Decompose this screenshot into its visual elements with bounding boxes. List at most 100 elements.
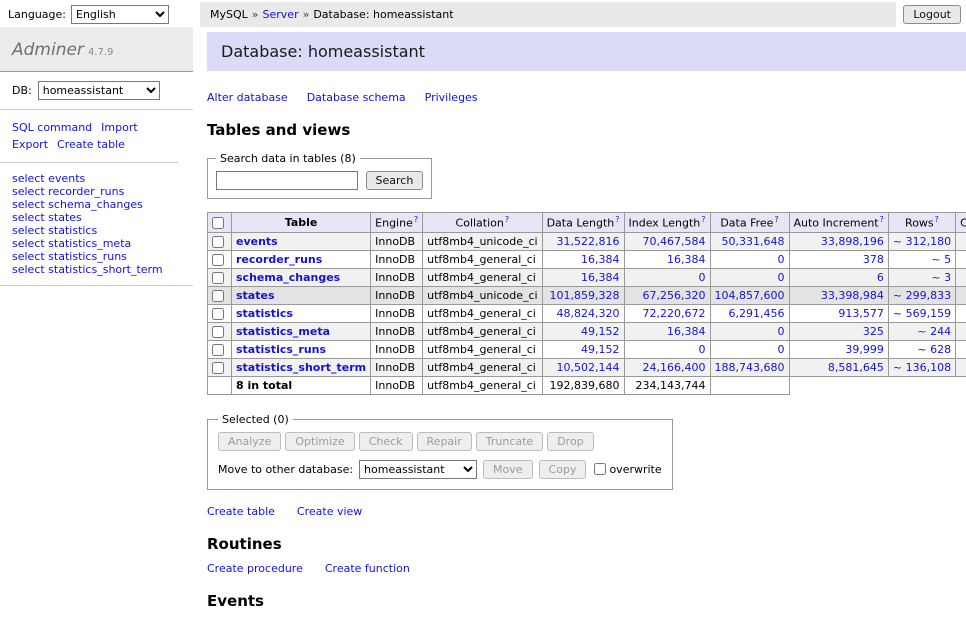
data-length-link[interactable]: 49,152 xyxy=(581,343,620,356)
index-length-link[interactable]: 0 xyxy=(699,343,706,356)
search-button[interactable]: Search xyxy=(366,171,424,190)
sidebar-select-schema-changes[interactable]: select schema_changes xyxy=(12,198,181,211)
index-length-link[interactable]: 70,467,584 xyxy=(643,235,706,248)
column-help-link[interactable]: ? xyxy=(615,215,619,224)
nav-link-database-schema[interactable]: Database schema xyxy=(307,91,406,104)
column-help-link[interactable]: ? xyxy=(935,215,939,224)
data-free-link[interactable]: 0 xyxy=(778,325,785,338)
logout-button[interactable]: Logout xyxy=(903,5,961,24)
check-button[interactable]: Check xyxy=(359,432,413,451)
data-free-link[interactable]: 50,331,648 xyxy=(722,235,785,248)
row-checkbox[interactable] xyxy=(212,362,224,374)
sidebar-link-import[interactable]: Import xyxy=(101,119,138,136)
column-help-link[interactable]: ? xyxy=(505,215,509,224)
rows-link[interactable]: ~ 136,108 xyxy=(893,361,951,374)
rows-link[interactable]: ~ 5 xyxy=(931,253,951,266)
rows-link[interactable]: ~ 628 xyxy=(917,343,951,356)
data-length-link[interactable]: 31,522,816 xyxy=(557,235,620,248)
column-help-link[interactable]: ? xyxy=(414,215,418,224)
column-help-link[interactable]: ? xyxy=(701,215,705,224)
sidebar-select-recorder-runs[interactable]: select recorder_runs xyxy=(12,185,181,198)
repair-button[interactable]: Repair xyxy=(417,432,472,451)
rows-link[interactable]: ~ 312,180 xyxy=(893,235,951,248)
sidebar-select-statistics-short-term[interactable]: select statistics_short_term xyxy=(12,263,181,276)
table-name-link[interactable]: states xyxy=(236,289,275,302)
move-button[interactable]: Move xyxy=(483,460,533,479)
column-help-link[interactable]: ? xyxy=(880,215,884,224)
auto-increment-link[interactable]: 39,999 xyxy=(845,343,884,356)
breadcrumb-link-server[interactable]: Server xyxy=(263,8,299,21)
table-name-link[interactable]: statistics xyxy=(236,307,293,320)
row-checkbox[interactable] xyxy=(212,290,224,302)
column-help-link[interactable]: ? xyxy=(774,215,778,224)
move-db-select[interactable]: homeassistant xyxy=(359,460,477,479)
auto-increment-link[interactable]: 8,581,645 xyxy=(828,361,884,374)
rows-link[interactable]: ~ 569,159 xyxy=(893,307,951,320)
row-checkbox[interactable] xyxy=(212,254,224,266)
auto-increment-link[interactable]: 6 xyxy=(877,271,884,284)
data-length-link[interactable]: 101,859,328 xyxy=(550,289,620,302)
data-free-link[interactable]: 104,857,600 xyxy=(715,289,785,302)
db-select[interactable]: homeassistant xyxy=(38,81,160,100)
table-name-link[interactable]: statistics_short_term xyxy=(236,361,366,374)
sidebar-select-statistics-meta[interactable]: select statistics_meta xyxy=(12,237,181,250)
table-name-link[interactable]: statistics_meta xyxy=(236,325,330,338)
nav-link-privileges[interactable]: Privileges xyxy=(425,91,478,104)
index-length-link[interactable]: 72,220,672 xyxy=(643,307,706,320)
data-length-link[interactable]: 49,152 xyxy=(581,325,620,338)
routines-link-create-procedure[interactable]: Create procedure xyxy=(207,562,303,575)
rows-link[interactable]: ~ 3 xyxy=(931,271,951,284)
overwrite-checkbox[interactable] xyxy=(594,463,606,475)
drop-button[interactable]: Drop xyxy=(547,432,593,451)
auto-increment-link[interactable]: 33,398,984 xyxy=(821,289,884,302)
sidebar-select-statistics-runs[interactable]: select statistics_runs xyxy=(12,250,181,263)
copy-button[interactable]: Copy xyxy=(539,460,587,479)
sidebar-select-events[interactable]: select events xyxy=(12,172,181,185)
index-length-link[interactable]: 67,256,320 xyxy=(643,289,706,302)
table-name-link[interactable]: statistics_runs xyxy=(236,343,326,356)
footer-link-create-view[interactable]: Create view xyxy=(297,505,362,518)
data-free-link[interactable]: 6,291,456 xyxy=(729,307,785,320)
data-length-link[interactable]: 48,824,320 xyxy=(557,307,620,320)
optimize-button[interactable]: Optimize xyxy=(285,432,354,451)
data-length-link[interactable]: 10,502,144 xyxy=(557,361,620,374)
data-free-link[interactable]: 188,743,680 xyxy=(715,361,785,374)
select-all-checkbox[interactable] xyxy=(212,217,224,229)
rows-link[interactable]: ~ 299,833 xyxy=(893,289,951,302)
footer-link-create-table[interactable]: Create table xyxy=(207,505,275,518)
row-checkbox[interactable] xyxy=(212,236,224,248)
index-length-link[interactable]: 16,384 xyxy=(667,253,706,266)
row-checkbox[interactable] xyxy=(212,326,224,338)
table-name-link[interactable]: recorder_runs xyxy=(236,253,322,266)
sidebar-link-export[interactable]: Export xyxy=(12,136,48,153)
routines-link-create-function[interactable]: Create function xyxy=(325,562,410,575)
index-length-link[interactable]: 0 xyxy=(699,271,706,284)
sidebar-link-sql-command[interactable]: SQL command xyxy=(12,119,92,136)
auto-increment-link[interactable]: 913,577 xyxy=(838,307,884,320)
auto-increment-link[interactable]: 33,898,196 xyxy=(821,235,884,248)
data-free-link[interactable]: 0 xyxy=(778,343,785,356)
auto-increment-link[interactable]: 378 xyxy=(863,253,884,266)
data-free-link[interactable]: 0 xyxy=(778,253,785,266)
truncate-button[interactable]: Truncate xyxy=(476,432,543,451)
data-length-link[interactable]: 16,384 xyxy=(581,253,620,266)
table-name-link[interactable]: events xyxy=(236,235,278,248)
table-name-link[interactable]: schema_changes xyxy=(236,271,340,284)
data-length-link[interactable]: 16,384 xyxy=(581,271,620,284)
sidebar-select-statistics[interactable]: select statistics xyxy=(12,224,181,237)
language-select[interactable]: English xyxy=(71,5,169,24)
rows-link[interactable]: ~ 244 xyxy=(917,325,951,338)
row-checkbox[interactable] xyxy=(212,272,224,284)
data-free-link[interactable]: 0 xyxy=(778,271,785,284)
search-input[interactable] xyxy=(216,171,358,190)
index-length-link[interactable]: 24,166,400 xyxy=(643,361,706,374)
overwrite-option[interactable]: overwrite xyxy=(594,463,661,476)
sidebar-link-create-table[interactable]: Create table xyxy=(57,136,125,153)
row-checkbox[interactable] xyxy=(212,308,224,320)
analyze-button[interactable]: Analyze xyxy=(218,432,281,451)
index-length-link[interactable]: 16,384 xyxy=(667,325,706,338)
auto-increment-link[interactable]: 325 xyxy=(863,325,884,338)
sidebar-select-states[interactable]: select states xyxy=(12,211,181,224)
row-checkbox[interactable] xyxy=(212,344,224,356)
nav-link-alter-database[interactable]: Alter database xyxy=(207,91,288,104)
